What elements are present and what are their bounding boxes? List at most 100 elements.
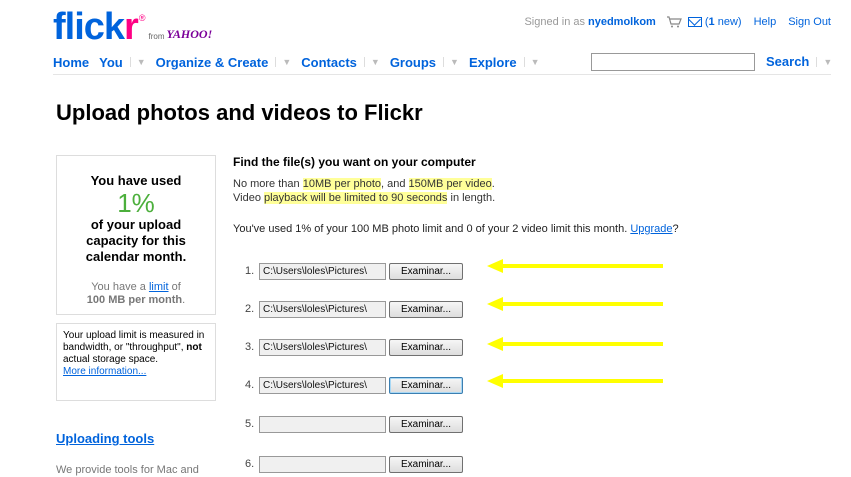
find-files-heading: Find the file(s) you want on your comput…: [233, 155, 476, 169]
file-path-input[interactable]: C:\Users\loles\Pictures\: [259, 300, 386, 318]
yellow-arrow-icon: [487, 374, 663, 388]
browse-button[interactable]: Examinar...: [389, 415, 463, 433]
file-number: 1.: [245, 265, 255, 277]
file-path-input[interactable]: [259, 455, 386, 473]
logo-wordmark: flickr: [53, 6, 139, 48]
sign-out-link[interactable]: Sign Out: [788, 16, 831, 28]
browse-button[interactable]: Examinar...: [389, 262, 463, 280]
usage-text: You've used 1% of your 100 MB photo limi…: [233, 223, 628, 235]
main-nav: Home You ▼ Organize & Create ▼ Contacts ▼ G…: [53, 53, 832, 71]
nav-divider: [53, 74, 831, 75]
usage-end: ?: [672, 223, 679, 235]
yahoo-logo: YAHOO!: [166, 27, 213, 41]
upload-main: Find the file(s) you want on your comput…: [233, 155, 833, 235]
chevron-down-icon[interactable]: ▼: [816, 56, 832, 67]
username-link[interactable]: nyedmolkom: [588, 16, 656, 28]
nav-home[interactable]: Home: [53, 55, 89, 70]
bandwidth-info-box: Your upload limit is measured in bandwid…: [56, 323, 216, 401]
limit-b: , and: [381, 178, 406, 190]
uploading-tools-text: We provide tools for Mac and: [56, 464, 199, 476]
file-number: 6.: [245, 458, 255, 470]
more-information-link[interactable]: More information...: [63, 366, 146, 377]
file-path-input[interactable]: [259, 415, 386, 433]
usage-percent: 1%: [117, 188, 155, 218]
new-messages-link[interactable]: (1 new): [705, 16, 742, 28]
file-number: 5.: [245, 418, 255, 430]
limit-end: .: [182, 294, 186, 306]
nav-explore-label: Explore: [468, 54, 517, 70]
file-path-input[interactable]: C:\Users\loles\Pictures\: [259, 338, 386, 356]
limit-prefix: You have a: [91, 281, 146, 293]
video-limit: 150MB per video: [408, 178, 492, 190]
limit-c: .: [491, 178, 495, 190]
file-number: 2.: [245, 303, 255, 315]
nav-you-label: You: [99, 54, 123, 70]
monthly-usage-text: You've used 1% of your 100 MB photo limi…: [233, 223, 833, 235]
chevron-down-icon[interactable]: ▼: [275, 57, 291, 67]
nav-you[interactable]: You ▼: [99, 55, 146, 70]
help-link[interactable]: Help: [754, 16, 777, 28]
file-number: 3.: [245, 341, 255, 353]
nav-home-label: Home: [53, 54, 90, 70]
file-number: 4.: [245, 379, 255, 391]
limit-link[interactable]: limit: [149, 281, 169, 293]
chevron-down-icon[interactable]: ▼: [129, 57, 146, 67]
info-text2: actual storage space.: [63, 354, 159, 365]
file-row-5: 5. Examinar...: [245, 415, 463, 433]
logo-from: from: [148, 32, 165, 41]
yellow-arrow-icon: [487, 297, 663, 311]
limit-a: No more than: [233, 178, 300, 190]
chevron-down-icon[interactable]: ▼: [443, 57, 459, 67]
file-row-4: 4. C:\Users\loles\Pictures\ Examinar...: [245, 376, 463, 394]
account-bar: Signed in as nyedmolkom (1 new) Help Sig…: [524, 16, 831, 28]
usage-line1: You have used: [90, 173, 182, 188]
search-label: Search: [766, 54, 810, 69]
video-a: Video: [233, 192, 261, 204]
cart-icon[interactable]: [666, 16, 682, 28]
uploading-tools-link[interactable]: Uploading tools: [56, 431, 154, 446]
photo-limit: 10MB per photo: [302, 178, 381, 190]
nav-organize[interactable]: Organize & Create ▼: [156, 55, 292, 70]
usage-line3: capacity for this: [86, 233, 186, 248]
nav-groups-label: Groups: [389, 54, 437, 70]
limit-amount: 100 MB per month: [86, 294, 183, 306]
page-title: Upload photos and videos to Flickr: [56, 100, 423, 125]
upgrade-link[interactable]: Upgrade: [630, 223, 672, 235]
signed-in-label: Signed in as: [524, 16, 585, 28]
chevron-down-icon[interactable]: ▼: [523, 57, 540, 67]
mail-icon[interactable]: [687, 17, 702, 27]
browse-button[interactable]: Examinar...: [389, 338, 463, 356]
video-playback-limit: playback will be limited to 90 seconds: [264, 192, 448, 204]
chevron-down-icon[interactable]: ▼: [363, 57, 380, 67]
nav-explore[interactable]: Explore ▼: [469, 55, 540, 70]
usage-box: You have used 1% of your upload capacity…: [56, 155, 216, 315]
file-row-3: 3. C:\Users\loles\Pictures\ Examinar...: [245, 338, 463, 356]
limit-text: You have a limit of 100 MB per month.: [57, 281, 215, 307]
yellow-arrow-icon: [487, 337, 663, 351]
new-messages-count: 1: [708, 16, 715, 28]
search-input[interactable]: [591, 53, 755, 71]
nav-contacts[interactable]: Contacts ▼: [301, 55, 380, 70]
nav-groups[interactable]: Groups ▼: [390, 55, 459, 70]
file-row-6: 6. Examinar...: [245, 455, 463, 473]
file-path-input[interactable]: C:\Users\loles\Pictures\: [259, 262, 386, 280]
browse-button[interactable]: Examinar...: [389, 376, 463, 394]
yellow-arrow-icon: [487, 259, 663, 273]
usage-line4: calendar month.: [85, 249, 187, 264]
browse-button[interactable]: Examinar...: [389, 455, 463, 473]
search-button[interactable]: Search ▼: [766, 54, 832, 69]
flickr-logo[interactable]: flickr ® from YAHOO!: [53, 6, 213, 48]
file-row-2: 2. C:\Users\loles\Pictures\ Examinar...: [245, 300, 463, 318]
limit-suffix: of: [171, 281, 181, 293]
file-limits-text: No more than 10MB per photo, and 150MB p…: [233, 177, 833, 205]
nav-organize-label: Organize & Create: [155, 54, 269, 70]
info-not: not: [186, 342, 202, 353]
browse-button[interactable]: Examinar...: [389, 300, 463, 318]
registered-mark: ®: [138, 13, 146, 23]
video-b: in length.: [450, 192, 496, 204]
file-path-input[interactable]: C:\Users\loles\Pictures\: [259, 376, 386, 394]
info-text1: Your upload limit is measured in bandwid…: [63, 330, 205, 353]
nav-contacts-label: Contacts: [301, 54, 357, 70]
usage-line2: of your upload: [90, 217, 182, 232]
file-row-1: 1. C:\Users\loles\Pictures\ Examinar...: [245, 262, 463, 280]
